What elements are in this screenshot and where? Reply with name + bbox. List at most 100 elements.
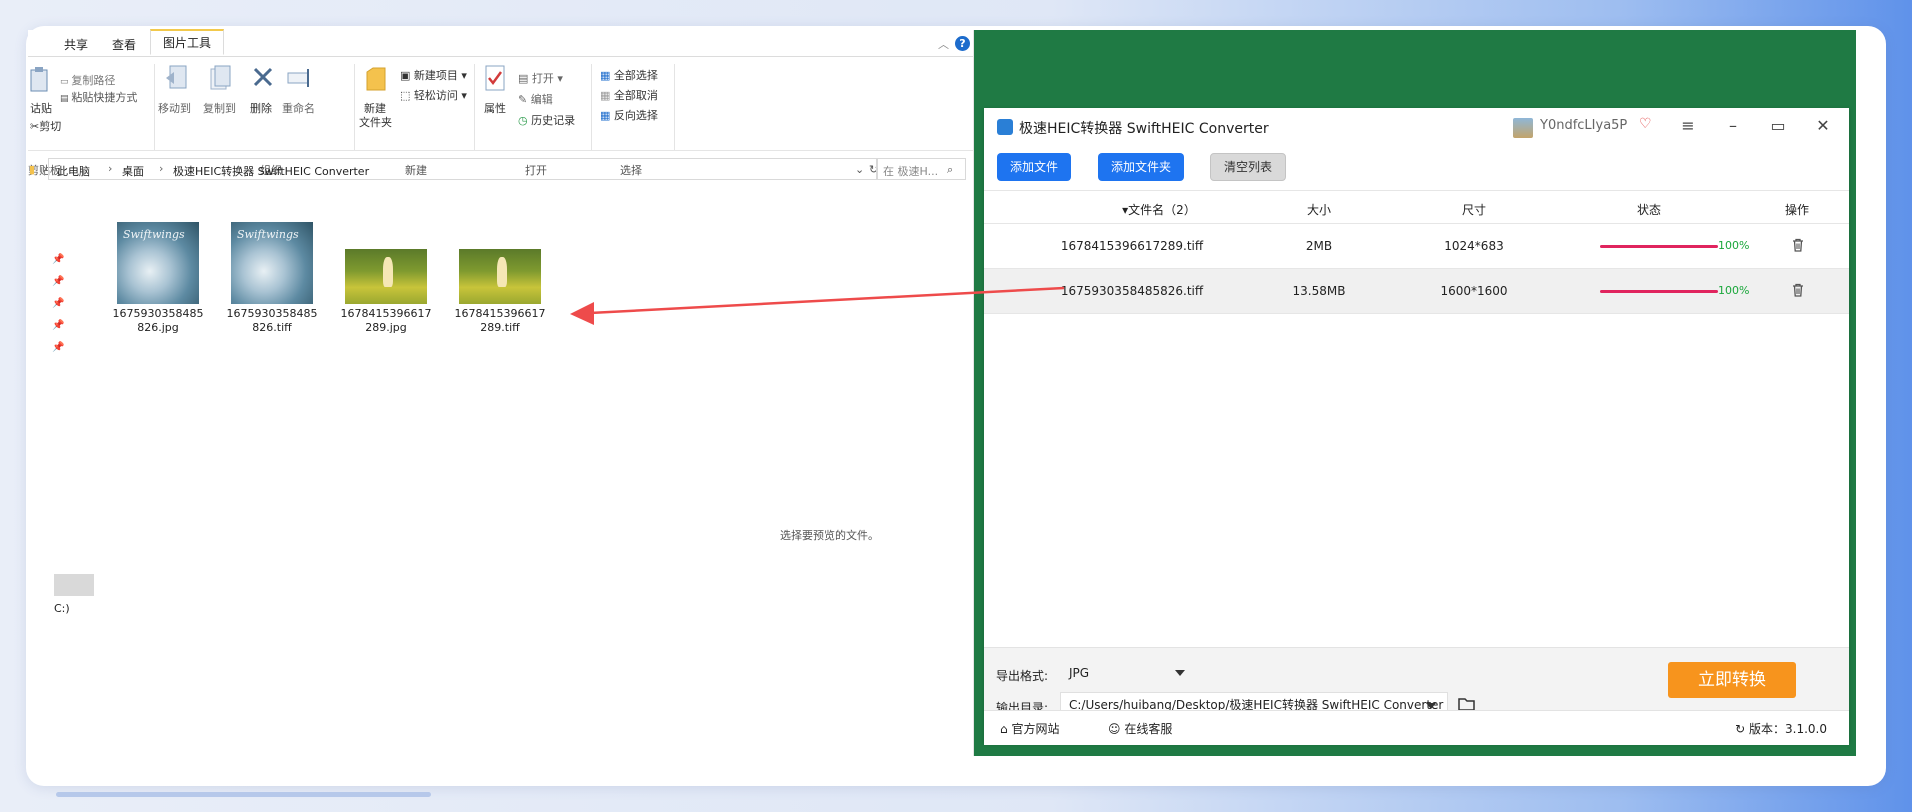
- column-file-name[interactable]: ▾文件名（2）: [1064, 201, 1254, 218]
- file-name: 1678415396617 289.jpg: [340, 307, 432, 334]
- progress-percent: 100%: [1718, 284, 1750, 297]
- tab-view[interactable]: 查看: [112, 36, 136, 53]
- file-item[interactable]: Swiftwings 1675930358485 826.jpg: [112, 222, 204, 335]
- edit-button[interactable]: ✎ 编辑: [518, 91, 553, 107]
- properties-icon[interactable]: [483, 64, 507, 92]
- file-item[interactable]: 1678415396617 289.tiff: [454, 222, 546, 335]
- new-item-button[interactable]: ▣ 新建项目 ▾: [400, 67, 467, 83]
- rename-button[interactable]: 重命名: [282, 100, 315, 116]
- thumbnail-figure: [497, 257, 507, 287]
- paste-icon[interactable]: [30, 66, 48, 92]
- convert-now-button[interactable]: 立即转换: [1668, 662, 1796, 698]
- open-button[interactable]: ▤ 打开 ▾: [518, 70, 563, 86]
- move-to-icon[interactable]: [164, 64, 188, 92]
- copy-to-icon[interactable]: [208, 64, 232, 92]
- username[interactable]: Y0ndfcLIya5P: [1540, 118, 1627, 133]
- add-file-button[interactable]: 添加文件: [997, 153, 1072, 181]
- column-dimensions: 尺寸: [1461, 203, 1486, 217]
- file-thumbnail: [459, 249, 541, 304]
- size-cell: 2MB: [1305, 239, 1333, 253]
- refresh-icon: ↻: [1735, 722, 1746, 736]
- delete-button[interactable]: 删除: [250, 100, 272, 116]
- shortcut-icon: ▤: [60, 94, 72, 104]
- search-box[interactable]: 在 极速H... ⌕: [876, 158, 966, 180]
- table-row[interactable]: 1675930358485826.tiff 13.58MB 1600*1600 …: [984, 269, 1849, 314]
- ribbon-collapse-icon[interactable]: ︿: [938, 36, 949, 52]
- cut-button[interactable]: ✂剪切: [30, 118, 61, 134]
- online-support-link[interactable]: ☺ 在线客服: [1108, 720, 1172, 737]
- pin-icon: 📌: [52, 320, 65, 331]
- new-folder-label-2[interactable]: 文件夹: [359, 114, 392, 130]
- table-row[interactable]: 1678415396617289.tiff 2MB 1024*683 100%: [984, 224, 1849, 269]
- address-dropdown-icon[interactable]: ⌄: [855, 163, 864, 176]
- easy-access-button[interactable]: ⬚ 轻松访问 ▾: [400, 87, 467, 103]
- horizontal-scrollbar[interactable]: [56, 792, 431, 797]
- export-format-select[interactable]: JPG: [1060, 660, 1196, 686]
- copy-to-button[interactable]: 复制到: [203, 100, 236, 116]
- close-icon[interactable]: ✕: [1813, 116, 1833, 135]
- copy-path-button[interactable]: ▭ 复制路径: [60, 72, 115, 88]
- new-folder-icon[interactable]: [365, 64, 387, 92]
- easy-access-icon: ⬚: [400, 89, 414, 102]
- clear-list-button[interactable]: 清空列表: [1210, 153, 1287, 181]
- progress-bar: [1600, 245, 1718, 248]
- ribbon: 诂贴 ✂剪切 ▭ 复制路径 ▤ 粘贴快捷方式 剪贴板 移动到 复制到 删除 重命…: [28, 56, 973, 177]
- file-thumbnail: [345, 249, 427, 304]
- history-button[interactable]: ◷ 历史记录: [518, 112, 575, 128]
- maximize-icon[interactable]: ▭: [1768, 116, 1788, 135]
- footer: ⌂ 官方网站 ☺ 在线客服 ↻ 版本：3.1.0.0: [984, 710, 1849, 745]
- export-format-label: 导出格式:: [996, 669, 1049, 683]
- official-website-link[interactable]: ⌂ 官方网站: [1000, 720, 1059, 737]
- version-info[interactable]: ↻ 版本：3.1.0.0: [1735, 720, 1827, 737]
- pin-icon: 📌: [52, 298, 65, 309]
- divider: [674, 64, 675, 150]
- file-item[interactable]: Swiftwings 1675930358485 826.tiff: [226, 222, 318, 335]
- divider: [591, 64, 592, 150]
- divider: [354, 64, 355, 150]
- help-icon[interactable]: ?: [955, 36, 970, 51]
- scissors-icon: ✂: [30, 120, 40, 133]
- tab-picture-tools[interactable]: 图片工具: [150, 29, 225, 55]
- select-all-button[interactable]: ▦ 全部选择: [600, 67, 658, 83]
- invert-selection-icon: ▦: [600, 109, 614, 122]
- breadcrumb-separator: ›: [159, 162, 164, 175]
- move-to-button[interactable]: 移动到: [158, 100, 191, 116]
- menu-icon[interactable]: ≡: [1678, 116, 1698, 135]
- copy-path-icon: ▭: [60, 77, 72, 87]
- trash-icon[interactable]: [1790, 237, 1806, 253]
- size-cell: 13.58MB: [1292, 284, 1346, 298]
- properties-button[interactable]: 属性: [484, 100, 506, 116]
- swiftheic-window: 极速HEIC转换器 SwiftHEIC Converter Y0ndfcLIya…: [984, 108, 1849, 745]
- paste-button-label[interactable]: 诂贴: [30, 100, 52, 116]
- ribbon-tabs: 共享 查看 图片工具 ︿ ?: [28, 29, 973, 57]
- invert-selection-button[interactable]: ▦ 反向选择: [600, 107, 658, 123]
- paste-shortcut-button[interactable]: ▤ 粘贴快捷方式: [60, 89, 137, 105]
- avatar[interactable]: [1513, 118, 1533, 138]
- chevron-down-icon[interactable]: [1426, 703, 1436, 709]
- add-folder-button[interactable]: 添加文件夹: [1098, 153, 1185, 181]
- home-icon: ⌂: [1000, 722, 1008, 736]
- breadcrumb-desktop[interactable]: 桌面: [122, 163, 144, 179]
- column-status: 状态: [1636, 203, 1661, 217]
- select-none-button[interactable]: ▦ 全部取消: [600, 87, 658, 103]
- search-placeholder: 在 极速H...: [883, 165, 939, 178]
- address-bar[interactable]: ▮ › 此电脑 › 桌面 › 极速HEIC转换器 SwiftHEIC Conve…: [29, 158, 878, 180]
- vip-heart-icon[interactable]: ♡: [1639, 116, 1652, 132]
- nav-drive-label[interactable]: C:): [54, 602, 70, 615]
- file-thumbnail: Swiftwings: [231, 222, 313, 304]
- minimize-icon[interactable]: –: [1723, 116, 1743, 135]
- search-icon: ⌕: [947, 163, 954, 176]
- breadcrumb-separator: ›: [43, 162, 48, 175]
- nav-pane-selected-item[interactable]: [54, 574, 94, 596]
- folder-icon: ▮: [29, 163, 36, 176]
- app-title: 极速HEIC转换器 SwiftHEIC Converter: [1019, 121, 1269, 137]
- file-item[interactable]: 1678415396617 289.jpg: [340, 222, 432, 335]
- breadcrumb-current-folder[interactable]: 极速HEIC转换器 SwiftHEIC Converter: [173, 163, 369, 179]
- trash-icon[interactable]: [1790, 282, 1806, 298]
- delete-x-icon[interactable]: [252, 66, 274, 88]
- tab-share[interactable]: 共享: [64, 36, 88, 53]
- breadcrumb-this-pc[interactable]: 此电脑: [57, 163, 90, 179]
- file-name: 1675930358485 826.tiff: [226, 307, 318, 334]
- rename-icon[interactable]: [286, 68, 314, 88]
- file-name: 1675930358485 826.jpg: [112, 307, 204, 334]
